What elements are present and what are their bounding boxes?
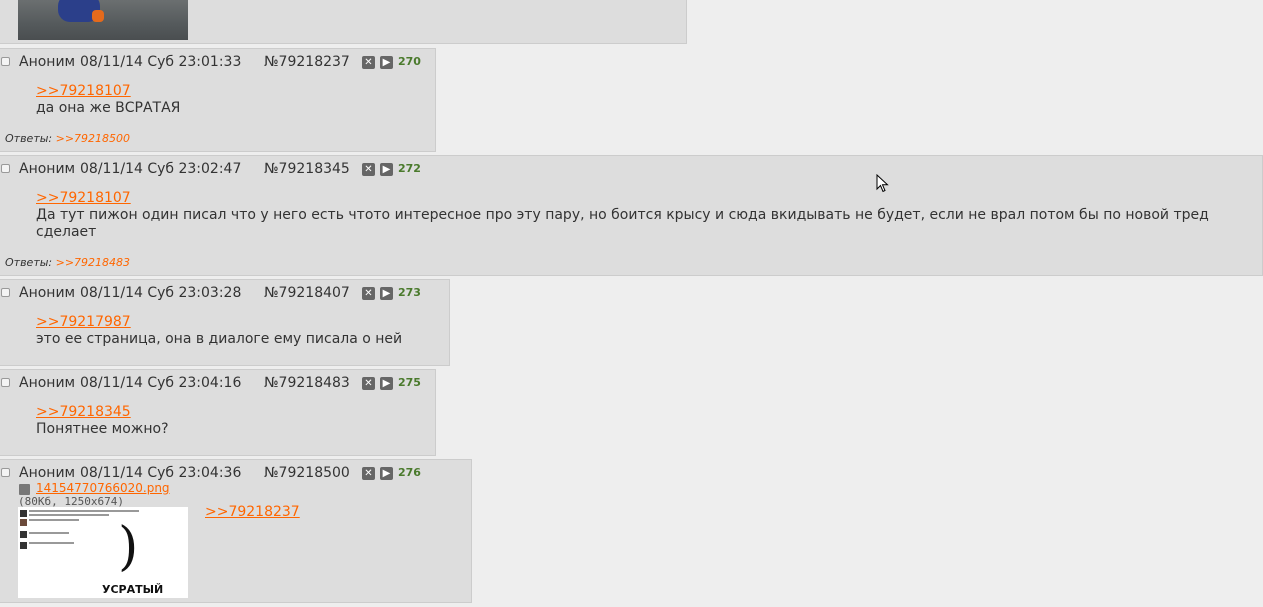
- post-message: Понятнее можно?: [36, 421, 169, 437]
- post-select-checkbox[interactable]: [1, 468, 10, 477]
- thumbnail-avatar: [20, 519, 27, 526]
- thumbnail-text-line: [29, 532, 69, 534]
- close-icon[interactable]: ✕: [362, 163, 375, 176]
- post-number-link[interactable]: №79218483: [264, 374, 350, 392]
- thumbnail-text-line: [29, 514, 109, 516]
- post: Аноним 08/11/14 Суб 23:04:16 №79218483 ✕…: [0, 369, 436, 456]
- post-replies: Ответы: >>79218500: [5, 132, 130, 145]
- close-icon[interactable]: ✕: [362, 287, 375, 300]
- post-replies: Ответы: >>79218483: [5, 256, 130, 269]
- post-count: 273: [398, 286, 421, 299]
- post: Аноним 08/11/14 Суб 23:01:33 №79218237 ✕…: [0, 48, 436, 152]
- thumbnail-text-line: [29, 510, 139, 512]
- post-date: 08/11/14 Суб 23:04:36: [80, 465, 242, 481]
- poster-name: Аноним: [19, 54, 76, 70]
- close-icon[interactable]: ✕: [362, 56, 375, 69]
- post-message: Да тут пижон один писал что у него есть …: [36, 207, 1209, 240]
- close-icon[interactable]: ✕: [362, 467, 375, 480]
- post-count: 270: [398, 55, 421, 68]
- previous-post: [0, 0, 687, 44]
- post-date: 08/11/14 Суб 23:04:16: [80, 375, 242, 391]
- thumbnail-avatar: [20, 542, 27, 549]
- reply-backlink[interactable]: >>79218483: [56, 256, 130, 269]
- poster-name: Аноним: [19, 465, 76, 481]
- thumbnail-caption: УСРАТЫЙ: [102, 583, 164, 596]
- image-file-icon[interactable]: [19, 484, 30, 495]
- post-select-checkbox[interactable]: [1, 288, 10, 297]
- post-message: это ее страница, она в диалоге ему писал…: [36, 331, 403, 347]
- post-select-checkbox[interactable]: [1, 378, 10, 387]
- post-date: 08/11/14 Суб 23:03:28: [80, 285, 242, 301]
- reply-link[interactable]: >>79217987: [36, 314, 131, 331]
- play-icon[interactable]: ▶: [380, 56, 393, 69]
- replies-label: Ответы:: [5, 256, 53, 269]
- post: Аноним 08/11/14 Суб 23:02:47 №79218345 ✕…: [0, 155, 1263, 276]
- thumbnail-text-line: [29, 519, 79, 521]
- post-count: 276: [398, 466, 421, 479]
- post-date: 08/11/14 Суб 23:01:33: [80, 54, 242, 70]
- play-icon[interactable]: ▶: [380, 467, 393, 480]
- thumbnail-avatar: [20, 531, 27, 538]
- post-select-checkbox[interactable]: [1, 57, 10, 66]
- thumbnail-text-line: [29, 542, 74, 544]
- play-icon[interactable]: ▶: [380, 377, 393, 390]
- thumbnail-symbol: ): [118, 517, 139, 577]
- post-count: 275: [398, 376, 421, 389]
- play-icon[interactable]: ▶: [380, 287, 393, 300]
- post-number-link[interactable]: №79218407: [264, 284, 350, 302]
- poster-name: Аноним: [19, 375, 76, 391]
- poster-name: Аноним: [19, 285, 76, 301]
- reply-link[interactable]: >>79218237: [205, 504, 300, 521]
- reply-link[interactable]: >>79218107: [36, 83, 131, 100]
- close-icon[interactable]: ✕: [362, 377, 375, 390]
- play-icon[interactable]: ▶: [380, 163, 393, 176]
- poster-name: Аноним: [19, 161, 76, 177]
- post: Аноним 08/11/14 Суб 23:04:36 №79218500 ✕…: [0, 459, 472, 603]
- post-select-checkbox[interactable]: [1, 164, 10, 173]
- post-number-link[interactable]: №79218500: [264, 464, 350, 482]
- reply-link[interactable]: >>79218107: [36, 190, 131, 207]
- post-number-link[interactable]: №79218345: [264, 160, 350, 178]
- post-message: да она же ВСРАТАЯ: [36, 100, 181, 116]
- post-image-thumbnail[interactable]: ) УСРАТЫЙ: [18, 507, 188, 598]
- post-date: 08/11/14 Суб 23:02:47: [80, 161, 242, 177]
- post-count: 272: [398, 162, 421, 175]
- post: Аноним 08/11/14 Суб 23:03:28 №79218407 ✕…: [0, 279, 450, 366]
- reply-link[interactable]: >>79218345: [36, 404, 131, 421]
- replies-label: Ответы:: [5, 132, 53, 145]
- thumbnail-avatar: [20, 510, 27, 517]
- mouse-cursor-icon: [876, 174, 889, 193]
- post-image-thumbnail[interactable]: [18, 0, 188, 40]
- post-number-link[interactable]: №79218237: [264, 53, 350, 71]
- file-name-link[interactable]: 14154770766020.png: [36, 481, 170, 495]
- reply-backlink[interactable]: >>79218500: [56, 132, 130, 145]
- thumbnail-detail: [92, 10, 104, 22]
